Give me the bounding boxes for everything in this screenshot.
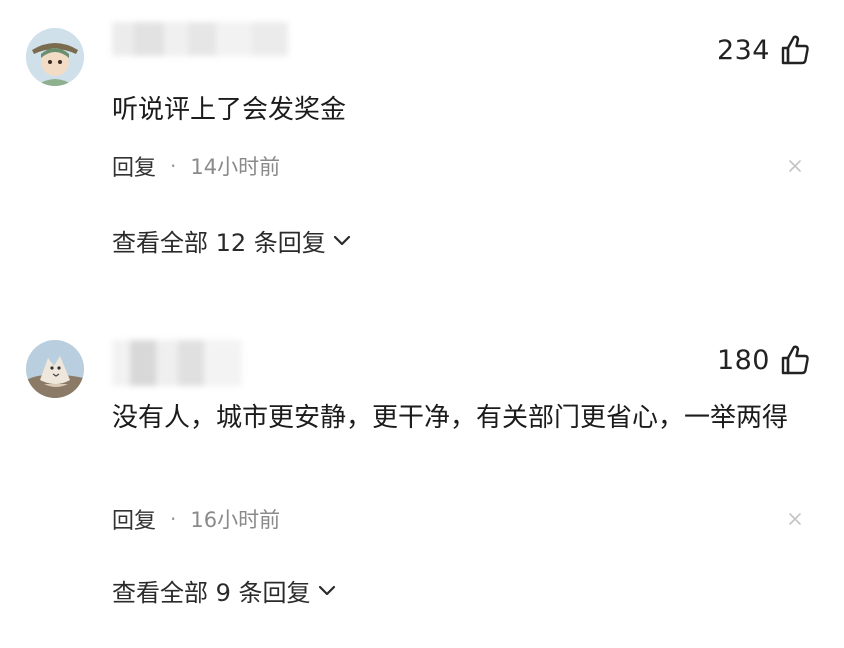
- username[interactable]: [112, 22, 288, 56]
- comment-item: 234 听说评上了会发奖金 回复 · 14小时前 查看全部 12 条回复: [0, 0, 844, 300]
- reply-button[interactable]: 回复: [112, 150, 156, 182]
- like-count: 180: [716, 344, 770, 376]
- thumbs-up-icon[interactable]: [778, 33, 812, 67]
- view-replies-label: 查看全部 12 条回复: [112, 228, 326, 257]
- chevron-down-icon: [333, 235, 350, 246]
- avatar[interactable]: [26, 28, 84, 86]
- avatar[interactable]: [26, 340, 84, 398]
- comment-text: 听说评上了会发奖金: [112, 95, 347, 125]
- comment-text: 没有人，城市更安静，更干净，有关部门更省心，一举两得: [112, 403, 789, 433]
- chevron-down-icon: [318, 585, 335, 596]
- like-button[interactable]: 180: [717, 340, 812, 380]
- view-all-replies-button[interactable]: 查看全部 9 条回复: [112, 570, 337, 610]
- timestamp: 14小时前: [190, 155, 281, 179]
- reply-button[interactable]: 回复: [112, 503, 156, 535]
- comment-item: 180 没有人，城市更安静，更干净，有关部门更省心，一举两得 回复 · 16小时…: [0, 318, 844, 648]
- like-count: 234: [716, 34, 770, 66]
- view-replies-label: 查看全部 9 条回复: [112, 578, 311, 607]
- view-all-replies-button[interactable]: 查看全部 12 条回复: [112, 220, 352, 260]
- close-icon[interactable]: [786, 510, 804, 528]
- separator-dot: ·: [170, 154, 177, 178]
- timestamp: 16小时前: [190, 508, 281, 532]
- comment-meta: 回复 · 16小时前: [112, 503, 280, 535]
- close-icon[interactable]: [786, 157, 804, 175]
- separator-dot: ·: [170, 507, 177, 531]
- like-button[interactable]: 234: [717, 30, 812, 70]
- username[interactable]: [112, 340, 242, 386]
- comment-meta: 回复 · 14小时前: [112, 150, 280, 182]
- thumbs-up-icon[interactable]: [778, 343, 812, 377]
